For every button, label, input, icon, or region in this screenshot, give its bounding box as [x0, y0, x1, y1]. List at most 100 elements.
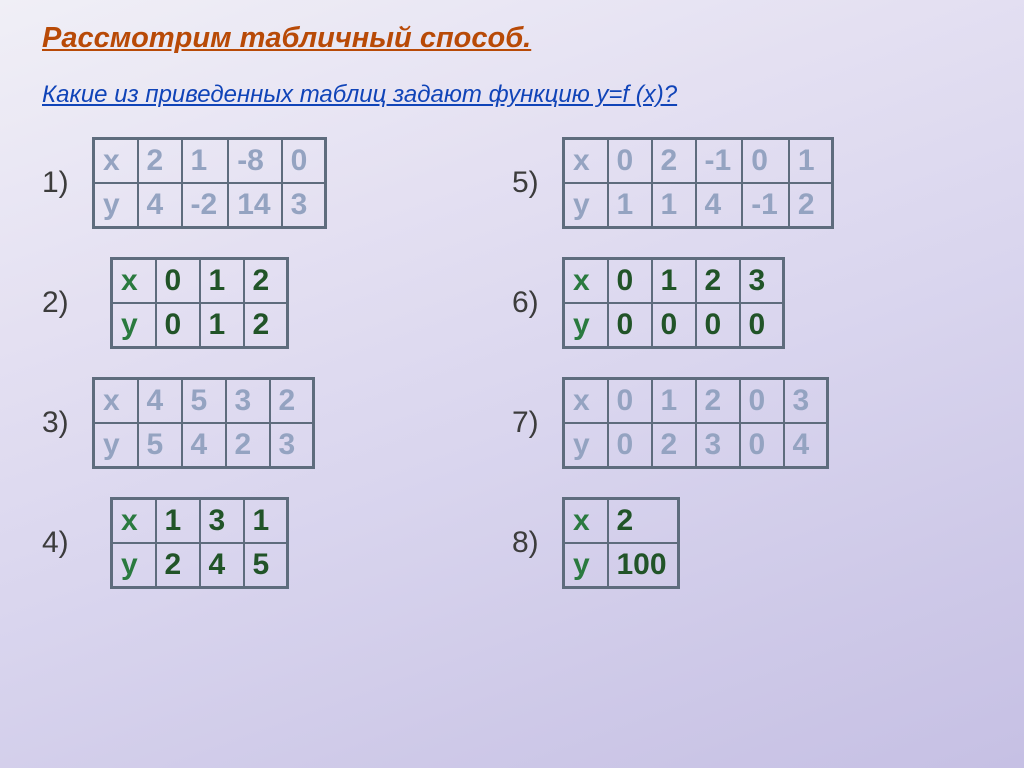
cell: 2: [156, 543, 200, 588]
cell: 100: [608, 543, 679, 588]
cell: 0: [156, 259, 200, 304]
cell: 2: [696, 379, 740, 424]
cell: 0: [608, 379, 652, 424]
cell: 0: [742, 139, 789, 184]
content-columns: 1) x21-80y4-2143 2) x012y012 3) x4532y54…: [42, 137, 994, 617]
cell: y: [564, 543, 608, 588]
cell: 4: [200, 543, 244, 588]
cell: 5: [138, 423, 182, 468]
table-4: x131y245: [110, 497, 289, 589]
cell: 0: [740, 423, 784, 468]
cell: 1: [652, 183, 696, 228]
cell: 1: [200, 303, 244, 348]
cell: 3: [740, 259, 784, 304]
cell: 5: [182, 379, 226, 424]
cell: x: [94, 139, 138, 184]
table-2: x012 y012: [110, 257, 289, 349]
cell: x: [564, 499, 608, 544]
cell: 2: [270, 379, 314, 424]
cell: 4: [138, 183, 182, 228]
table-row-3: 3) x4532y5423: [42, 377, 512, 469]
page-subtitle: Какие из приведенных таблиц задают функц…: [42, 81, 994, 109]
cell: y: [564, 423, 608, 468]
cell: 1: [200, 259, 244, 304]
cell: 1: [244, 499, 288, 544]
cell: 1: [156, 499, 200, 544]
table-1: x21-80 y4-2143: [92, 137, 327, 229]
cell: 1: [652, 379, 696, 424]
cell: 1: [652, 259, 696, 304]
cell: 1: [608, 183, 652, 228]
table-row-2: 2) x012 y012: [42, 257, 512, 349]
cell: x: [94, 379, 138, 424]
label-7: 7): [512, 406, 562, 440]
cell: -1: [696, 139, 743, 184]
cell: 0: [696, 303, 740, 348]
cell: -2: [182, 183, 229, 228]
cell: 2: [696, 259, 740, 304]
cell: 3: [200, 499, 244, 544]
cell: 2: [244, 303, 288, 348]
page-title: Рассмотрим табличный способ.: [42, 22, 994, 55]
cell: y: [94, 183, 138, 228]
cell: 3: [270, 423, 314, 468]
cell: 0: [156, 303, 200, 348]
cell: x: [564, 259, 608, 304]
cell: 14: [228, 183, 281, 228]
cell: y: [94, 423, 138, 468]
cell: 4: [138, 379, 182, 424]
right-column: 5) x02-101y114-12 6) x0123y0000 7) x0120…: [512, 137, 982, 617]
cell: 3: [696, 423, 740, 468]
cell: 4: [182, 423, 226, 468]
cell: y: [112, 543, 156, 588]
cell: y: [564, 183, 608, 228]
label-5: 5): [512, 166, 562, 200]
label-3: 3): [42, 406, 92, 440]
cell: 4: [696, 183, 743, 228]
left-column: 1) x21-80y4-2143 2) x012y012 3) x4532y54…: [42, 137, 512, 617]
cell: 2: [138, 139, 182, 184]
cell: 2: [244, 259, 288, 304]
label-2: 2): [42, 286, 92, 320]
cell: 2: [789, 183, 833, 228]
cell: 1: [182, 139, 229, 184]
label-1: 1): [42, 166, 92, 200]
cell: 3: [784, 379, 828, 424]
cell: 3: [282, 183, 326, 228]
cell: 0: [608, 139, 652, 184]
table-row-5: 5) x02-101y114-12: [512, 137, 982, 229]
table-5: x02-101y114-12: [562, 137, 834, 229]
label-8: 8): [512, 526, 562, 560]
cell: 3: [226, 379, 270, 424]
cell: 5: [244, 543, 288, 588]
table-row-6: 6) x0123y0000: [512, 257, 982, 349]
table-8: x2y100: [562, 497, 680, 589]
cell: y: [564, 303, 608, 348]
cell: x: [564, 139, 608, 184]
cell: 0: [740, 379, 784, 424]
cell: 0: [652, 303, 696, 348]
cell: x: [564, 379, 608, 424]
table-row-4: 4) x131y245: [42, 497, 512, 589]
cell: 0: [282, 139, 326, 184]
cell: -1: [742, 183, 789, 228]
cell: 0: [608, 423, 652, 468]
table-row-7: 7) x01203y02304: [512, 377, 982, 469]
table-3: x4532y5423: [92, 377, 315, 469]
table-row-8: 8) x2y100: [512, 497, 982, 589]
table-7: x01203y02304: [562, 377, 829, 469]
label-4: 4): [42, 526, 92, 560]
cell: x: [112, 499, 156, 544]
table-row-1: 1) x21-80 y4-2143: [42, 137, 512, 229]
label-6: 6): [512, 286, 562, 320]
cell: 0: [608, 303, 652, 348]
cell: 2: [608, 499, 679, 544]
table-6: x0123y0000: [562, 257, 785, 349]
cell: 1: [789, 139, 833, 184]
cell: -8: [228, 139, 281, 184]
cell: x: [112, 259, 156, 304]
cell: 2: [226, 423, 270, 468]
cell: y: [112, 303, 156, 348]
cell: 0: [608, 259, 652, 304]
cell: 2: [652, 423, 696, 468]
